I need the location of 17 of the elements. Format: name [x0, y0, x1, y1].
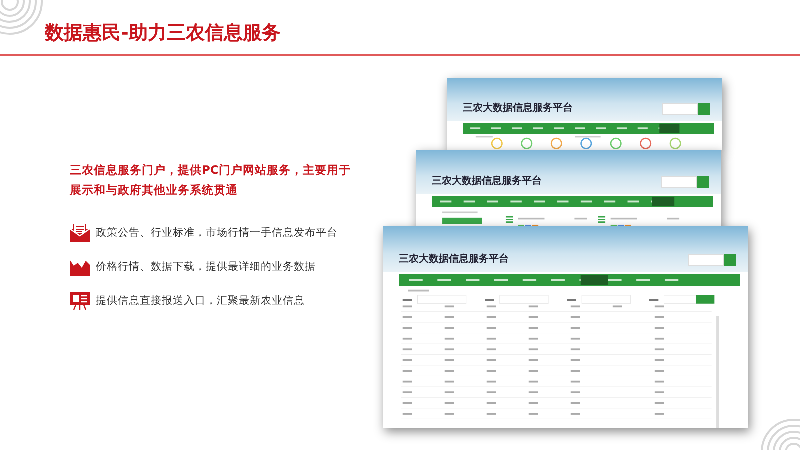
- site-title: 三农大数据信息服务平台: [399, 252, 510, 266]
- search-field[interactable]: [688, 254, 724, 266]
- search-button[interactable]: [698, 103, 710, 116]
- slide-title: 数据惠民-助力三农信息服务: [45, 22, 281, 44]
- search-field[interactable]: [661, 176, 697, 188]
- report-board-icon: [70, 292, 90, 310]
- feature-text: 提供信息直接报送入口，汇聚最新农业信息: [96, 294, 305, 308]
- search-button[interactable]: [724, 254, 736, 266]
- envelope-icon: [70, 224, 90, 242]
- site-title: 三农大数据信息服务平台: [432, 174, 543, 188]
- site-title: 三农大数据信息服务平台: [463, 102, 574, 116]
- area-chart-icon: [70, 258, 90, 276]
- feature-text: 价格行情、数据下载，提供最详细的业务数据: [96, 260, 316, 274]
- intro-text: 三农信息服务门户，提供PC门户网站服务，主要用于展示和与政府其他业务系统贯通: [70, 162, 352, 199]
- feature-text: 政策公告、行业标准，市场行情一手信息发布平台: [96, 226, 338, 240]
- search-field[interactable]: [662, 103, 698, 116]
- search-button[interactable]: [697, 176, 709, 188]
